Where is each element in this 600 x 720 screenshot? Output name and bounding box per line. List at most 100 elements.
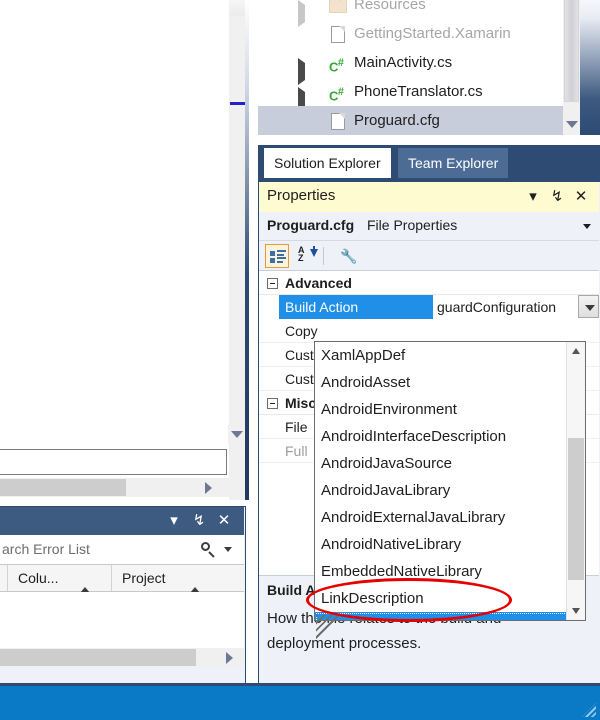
- collapse-icon[interactable]: [267, 278, 278, 289]
- dropdown-item[interactable]: AndroidEnvironment: [315, 396, 568, 423]
- column-header-label: Project: [122, 570, 166, 586]
- dropdown-scrollbar[interactable]: [566, 342, 585, 620]
- dropdown-items[interactable]: XamlAppDef AndroidAsset AndroidEnvironme…: [315, 342, 568, 620]
- document-icon: [328, 111, 348, 131]
- property-name-label: Copy: [285, 323, 318, 339]
- property-name-label: Build Action: [285, 299, 359, 315]
- dropdown-item[interactable]: XamlAppDef: [315, 342, 568, 369]
- table-column-header-project[interactable]: Project: [112, 565, 244, 593]
- properties-toolbar: AZ 🔧: [259, 241, 599, 271]
- chevron-down-icon[interactable]: [583, 224, 591, 229]
- chevron-down-icon[interactable]: [224, 547, 232, 552]
- tree-item-label: Proguard.cfg: [354, 112, 440, 129]
- dropdown-item[interactable]: LinkDescription: [315, 585, 568, 612]
- code-editor-area[interactable]: [0, 0, 228, 500]
- close-icon[interactable]: ✕: [571, 187, 591, 207]
- expander-arrow-icon[interactable]: [298, 57, 309, 85]
- close-icon[interactable]: ✕: [214, 511, 234, 531]
- property-name-label: File: [285, 419, 308, 435]
- solution-explorer-tree[interactable]: Resources GettingStarted.Xamarin C# Main…: [258, 0, 563, 135]
- error-list-scroll-thumb[interactable]: [0, 649, 196, 666]
- editor-scroll-down-button[interactable]: [228, 425, 245, 445]
- tool-window-tabstrip: Solution Explorer Team Explorer: [258, 145, 600, 181]
- tree-item-mainactivity[interactable]: C# MainActivity.cs: [258, 48, 563, 85]
- tree-item-label: MainActivity.cs: [354, 54, 453, 71]
- property-name-label: Full: [285, 443, 308, 459]
- expander-arrow-icon[interactable]: [298, 86, 309, 114]
- properties-titlebar[interactable]: Properties ▾ ↯ ✕: [259, 182, 599, 212]
- chevron-down-icon: [566, 121, 578, 128]
- editor-scroll-change-marker: [230, 102, 245, 105]
- dropdown-item[interactable]: AndroidJavaLibrary: [315, 477, 568, 504]
- scroll-down-button[interactable]: [563, 115, 580, 135]
- tree-item-phonetranslator[interactable]: C# PhoneTranslator.cs: [258, 77, 563, 114]
- dropdown-item[interactable]: AndroidNativeLibrary: [315, 531, 568, 558]
- tree-item-proguard-cfg[interactable]: Proguard.cfg: [258, 106, 563, 135]
- property-group-label: Misc: [285, 395, 317, 411]
- error-list-scroll-right-button[interactable]: [220, 648, 239, 667]
- tree-item-label: GettingStarted.Xamarin: [354, 25, 511, 42]
- collapse-icon[interactable]: [267, 398, 278, 409]
- property-value-combobox[interactable]: guardConfiguration: [433, 295, 599, 319]
- combobox-dropdown-button[interactable]: [578, 295, 599, 318]
- search-input-placeholder[interactable]: arch Error List: [2, 541, 90, 557]
- editor-find-box[interactable]: [0, 449, 227, 475]
- pin-icon[interactable]: ↯: [547, 187, 567, 207]
- toolbar-separator: [323, 247, 324, 265]
- search-icon[interactable]: [201, 542, 216, 558]
- dropdown-item[interactable]: AndroidExternalJavaLibrary: [315, 504, 568, 531]
- property-name-cell[interactable]: Build Action: [279, 295, 433, 319]
- pin-icon[interactable]: ↯: [189, 511, 209, 531]
- error-list-column-headers: Colu... Project: [0, 565, 244, 593]
- table-column-header[interactable]: [0, 565, 8, 591]
- table-column-header-column[interactable]: Colu...: [8, 565, 112, 593]
- tree-item-gettingstarted[interactable]: GettingStarted.Xamarin: [258, 19, 563, 48]
- properties-object-selector[interactable]: Proguard.cfg File Properties: [259, 212, 599, 241]
- error-list-window: ▾ ↯ ✕ arch Error List Colu... Project: [0, 506, 246, 686]
- error-list-titlebar[interactable]: ▾ ↯ ✕: [0, 507, 244, 535]
- error-list-rows[interactable]: [0, 592, 244, 648]
- window-menu-icon[interactable]: ▾: [164, 511, 184, 531]
- selected-object-name: Proguard.cfg: [267, 217, 355, 233]
- scroll-up-button[interactable]: [567, 342, 585, 360]
- chevron-right-icon: [205, 482, 212, 494]
- scrollbar-thumb[interactable]: [564, 0, 579, 102]
- expander-arrow-icon[interactable]: [298, 0, 309, 27]
- categorized-view-icon[interactable]: [265, 244, 289, 268]
- editor-horizontal-scroll-thumb[interactable]: [0, 479, 126, 496]
- dropdown-item[interactable]: AndroidAsset: [315, 369, 568, 396]
- editor-scroll-right-button[interactable]: [199, 478, 218, 497]
- property-value-text: guardConfiguration: [437, 299, 557, 315]
- dropdown-item-selected[interactable]: ProguardConfiguration: [315, 612, 568, 620]
- window-menu-icon[interactable]: ▾: [523, 187, 543, 207]
- csharp-file-icon: C#: [329, 57, 344, 75]
- tree-item-resources[interactable]: Resources: [258, 0, 563, 27]
- status-bar: [0, 686, 600, 720]
- property-name-label: Cust: [285, 347, 314, 363]
- wrench-icon[interactable]: 🔧: [335, 244, 359, 268]
- build-action-dropdown-list[interactable]: XamlAppDef AndroidAsset AndroidEnvironme…: [314, 341, 586, 621]
- solution-explorer-scrollbar[interactable]: [563, 0, 580, 135]
- window-resize-grip[interactable]: [582, 703, 596, 717]
- tree-item-label: Resources: [354, 0, 426, 13]
- property-row-build-action[interactable]: Build Action guardConfiguration: [259, 295, 599, 319]
- dropdown-item[interactable]: AndroidInterfaceDescription: [315, 423, 568, 450]
- scrollbar-thumb[interactable]: [568, 438, 584, 580]
- tab-solution-explorer[interactable]: Solution Explorer: [264, 148, 391, 178]
- folder-icon: [328, 0, 348, 15]
- tab-team-explorer[interactable]: Team Explorer: [398, 148, 509, 178]
- error-list-search-bar[interactable]: arch Error List: [0, 535, 244, 565]
- property-row-copy[interactable]: Copy: [259, 319, 599, 343]
- dropdown-item[interactable]: AndroidJavaSource: [315, 450, 568, 477]
- solution-explorer-panel: Resources GettingStarted.Xamarin C# Main…: [258, 0, 600, 145]
- editor-gap: [249, 0, 258, 500]
- app-window: ▾ ↯ ✕ arch Error List Colu... Project Re…: [0, 0, 600, 720]
- description-title: Build A: [267, 582, 316, 598]
- dropdown-item[interactable]: EmbeddedNativeLibrary: [315, 558, 568, 585]
- property-group-advanced[interactable]: Advanced: [259, 271, 599, 295]
- property-group-label: Advanced: [285, 275, 352, 291]
- csharp-file-icon: C#: [329, 86, 344, 104]
- scroll-down-button[interactable]: [567, 602, 585, 620]
- scrollbar-top-cap: [230, 0, 245, 16]
- alphabetical-sort-icon[interactable]: AZ: [295, 244, 319, 268]
